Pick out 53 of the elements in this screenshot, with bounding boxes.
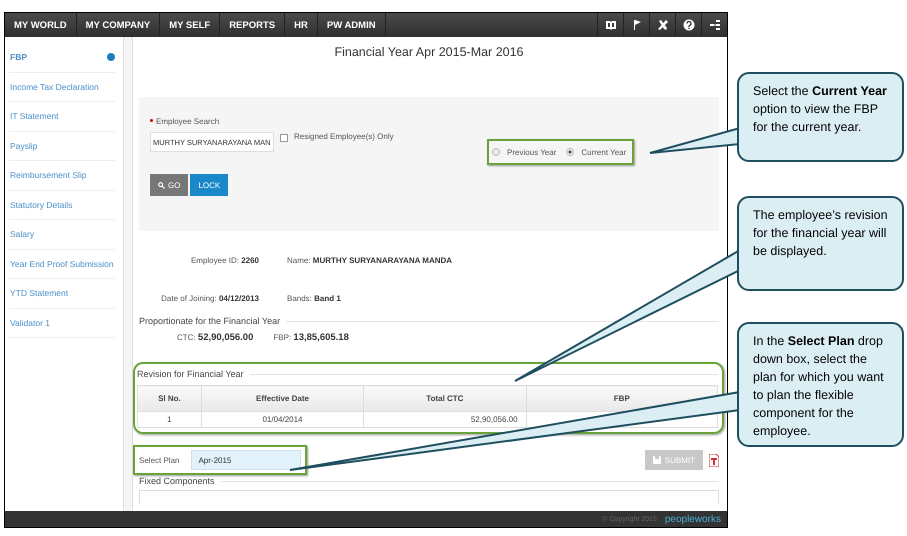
- table-cell: 52,90,056.00: [364, 412, 526, 428]
- sitemap-icon[interactable]: [708, 19, 720, 31]
- nav-item[interactable]: PW ADMIN: [318, 13, 386, 37]
- checkbox[interactable]: [280, 134, 288, 142]
- sidebar-item[interactable]: Reimbursement Slip: [9, 161, 115, 190]
- info-field: Employee ID: 2260: [139, 256, 259, 278]
- tools-icon[interactable]: [656, 19, 668, 31]
- callout-note: The employee’s revision for the financial year will be displayed.: [737, 196, 904, 291]
- info-field: Name: MURTHY SURYANARAYANA MANDA: [259, 256, 459, 278]
- search-icon: [158, 182, 165, 188]
- page-title: Financial Year Apr 2015-Mar 2016: [333, 45, 524, 61]
- column-header: Effective Date: [201, 386, 364, 412]
- sidebar-item[interactable]: Salary: [9, 220, 115, 250]
- section-title: Fixed Components: [139, 476, 215, 486]
- radio-label: Current Year: [581, 148, 626, 156]
- section-title: Revision for Financial Year: [137, 369, 244, 379]
- radio-label: Previous Year: [507, 148, 556, 156]
- section-title: Proportionate for the Financial Year: [139, 316, 280, 326]
- sidebar-item[interactable]: IT Statement: [9, 102, 115, 132]
- plan-dropdown[interactable]: Apr-2015: [191, 450, 302, 470]
- book-icon[interactable]: [604, 19, 616, 31]
- go-button[interactable]: GO: [150, 174, 188, 196]
- sidebar-item[interactable]: Year End Proof Submission: [9, 250, 115, 279]
- callout-note: Select the Current Year option to view the FBP for the current year.: [737, 72, 904, 162]
- sidebar-item[interactable]: Payslip: [9, 132, 115, 161]
- radio-button[interactable]: [492, 148, 500, 156]
- sidebar-item[interactable]: Income Tax Declaration: [9, 72, 115, 102]
- checkbox-label: Resigned Employee(s) Only: [294, 132, 394, 141]
- sidebar-item[interactable]: YTD Statement: [9, 279, 115, 308]
- column-header: Sl No.: [138, 386, 202, 412]
- nav-item[interactable]: REPORTS: [220, 13, 286, 37]
- field-label: Select Plan: [139, 456, 180, 464]
- table-cell: 1: [138, 412, 202, 428]
- help-icon[interactable]: [682, 19, 694, 31]
- info-field: Bands: Band 1: [259, 294, 459, 316]
- table-cell: 01/04/2014: [201, 412, 364, 428]
- nav-item[interactable]: MY WORLD: [5, 13, 77, 37]
- required-icon: [150, 119, 153, 122]
- nav-item[interactable]: HR: [285, 13, 318, 37]
- field-label: Employee Search: [156, 117, 220, 126]
- radio-button[interactable]: [566, 148, 574, 156]
- sidebar-item[interactable]: Validator 1: [9, 308, 115, 338]
- amount-field: CTC: 52,90,056.00: [177, 332, 254, 360]
- sidebar-item[interactable]: Statutory Details: [9, 190, 115, 220]
- column-header: Total CTC: [364, 386, 526, 412]
- sidebar-item[interactable]: FBP: [9, 43, 115, 72]
- nav-item[interactable]: MY SELF: [160, 13, 220, 37]
- amount-field: FBP: 13,85,605.18: [273, 332, 349, 360]
- save-icon: [652, 456, 661, 464]
- lock-button[interactable]: LOCK: [190, 174, 228, 196]
- brand-logo: peopleworks: [664, 514, 721, 524]
- callout-note: In the Select Plan drop down box, select the plan for which you want to plan the flexible component for the employee.: [737, 322, 904, 447]
- info-field: Date of Joining: 04/12/2013: [139, 294, 259, 316]
